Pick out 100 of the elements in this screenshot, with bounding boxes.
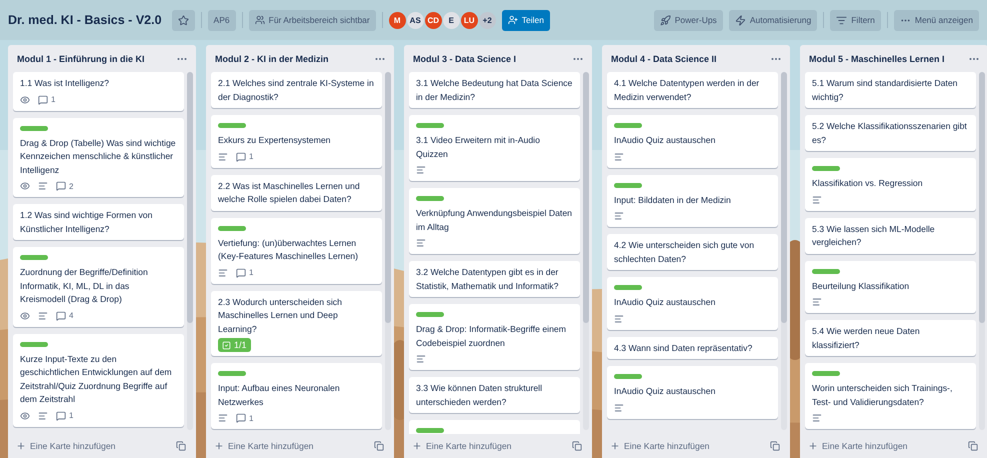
card[interactable]: Verknüpfung Anwendungsbeispiel Daten im Alltag [409, 188, 580, 254]
card-title: Vertiefung: (un)überwachtes Lernen (Key-Features Maschinelles Lernen) [218, 236, 360, 263]
card[interactable]: 3.3 Wie können Daten strukturell unterschieden werden? [409, 377, 580, 413]
star-button[interactable] [172, 10, 195, 30]
comment-count: 2 [69, 182, 74, 190]
card-title: 3.3 Wie können Daten strukturell unterschieden werden? [416, 382, 544, 408]
member-avatar[interactable]: CD [424, 12, 442, 28]
menu-button[interactable]: Menü anzeigen [894, 10, 979, 30]
add-card-button[interactable]: Eine Karte hinzufügen [608, 439, 712, 453]
card-title: 5.3 Wie lassen sich ML-Modelle vergleichen? [812, 222, 936, 249]
card[interactable]: 1.2 Was sind wichtige Formen von Künstlicher Intelligenz? [13, 204, 184, 240]
add-card-button[interactable]: Eine Karte hinzufügen [212, 439, 316, 453]
card-title: Beurteilung Klassifikation [812, 280, 910, 293]
automation-button[interactable]: Automatisierung [728, 10, 818, 30]
template-icon[interactable] [968, 441, 978, 451]
card-title: 2.2 Was ist Maschinelles Lernen und welche Rolle spielen dabei Daten? [218, 180, 361, 206]
card[interactable]: 4.3 Wann sind Daten repräsentativ? [607, 336, 778, 359]
checklist-badge: 1/1 [218, 338, 251, 352]
card[interactable]: 2.1 Welches sind zentrale KI-Systeme in der Diagnostik? [211, 72, 382, 108]
card[interactable]: InAudio Quiz austauschen [607, 115, 778, 168]
list-title: Modul 2 - KI in der Medizin [215, 54, 328, 64]
share-button[interactable]: Teilen [502, 10, 550, 30]
card-title: 3.1 Welche Bedeutung hat Data Science in der Medizin? [416, 77, 573, 104]
card-title: 4.1 Welche Datentypen werden in der Medizin verwendet? [614, 77, 760, 104]
add-card-button[interactable]: Eine Karte hinzufügen [806, 439, 910, 453]
card[interactable]: 2.2 Was ist Maschinelles Lernen und welche Rolle spielen dabei Daten? [211, 174, 382, 210]
card-title: 5.2 Welche Klassifikationsszenarien gibt es? [812, 120, 968, 146]
scrollbar[interactable] [187, 72, 193, 430]
template-icon[interactable] [176, 441, 186, 451]
add-card-button[interactable]: Eine Karte hinzufügen [14, 439, 118, 453]
comment-icon [236, 268, 246, 278]
card-title: Input: Aufbau eines Neuronalen Netzwerkes [218, 382, 341, 408]
workspace-button[interactable]: AP6 [208, 10, 236, 30]
card[interactable]: Drag & Drop: Informatik-Begriffe einem Codebeispiel zuordnen [409, 304, 580, 370]
card-title: InAudio Quiz austauschen [614, 385, 716, 398]
card-title: 2.3 Wodurch unterscheiden sich Maschinelles Lernen und Deep Learning? [218, 296, 343, 336]
scrollbar[interactable] [385, 72, 391, 430]
card[interactable]: 2.3 Wodurch unterscheiden sich Maschinelles Lernen und Deep Learning? 1/1 [211, 290, 382, 356]
card[interactable]: Input: Aufbau eines Neuronalen Netzwerkes 1 [211, 363, 382, 429]
card[interactable]: Input: Bilddaten in der Medizin [607, 174, 778, 227]
comment-count: 1 [249, 414, 254, 422]
card[interactable]: Worin unterscheiden sich Trainings-, Test- und Validierungsdaten? [805, 363, 976, 429]
card[interactable]: Kurze Input-Texte zu den geschichtlichen Entwicklungen auf dem Zeitstrahl/Quiz Zuordnung Begriffe auf dem Zeitstrahl 1 [13, 334, 184, 426]
card[interactable]: InAudio Quiz austauschen [607, 277, 778, 330]
card[interactable]: 1.1 Was ist Intelligenz? 1 [13, 72, 184, 110]
card[interactable]: 4.1 Welche Datentypen werden in der Medizin verwendet? [607, 72, 778, 108]
member-avatar[interactable]: E [442, 12, 460, 28]
card[interactable]: 3.2 Welche Datentypen gibt es in der Statistik, Mathematik und Informatik? [409, 261, 580, 297]
visibility-button[interactable]: Für Arbeitsbereich sichtbar [248, 10, 376, 30]
scrollbar[interactable] [979, 72, 985, 430]
card[interactable]: 3.1 Video Erweitern mit in-Audio Quizzen [409, 115, 580, 181]
plus-icon [610, 441, 620, 451]
power-ups-button[interactable]: Power-Ups [654, 10, 723, 30]
card-title: 2.1 Welches sind zentrale KI-Systeme in der Diagnostik? [218, 77, 375, 104]
card-title: Verknüpfung Anwendungsbeispiel Daten im Alltag [416, 207, 573, 234]
star-icon [178, 14, 189, 26]
add-card-button[interactable]: Eine Karte hinzufügen [410, 439, 514, 453]
card[interactable]: 5.4 Wie werden neue Daten klassifiziert? [805, 320, 976, 356]
card[interactable]: 5.3 Wie lassen sich ML-Modelle vergleichen? [805, 218, 976, 254]
card-title: InAudio Quiz austauschen [614, 296, 716, 309]
lightning-icon [734, 14, 746, 26]
card[interactable]: Beurteilung Klassifikation [805, 260, 976, 313]
member-avatar[interactable]: +2 [478, 12, 496, 28]
card[interactable]: 3.1 Welche Bedeutung hat Data Science in der Medizin? [409, 72, 580, 108]
card-title: 5.4 Wie werden neue Daten klassifiziert? [812, 325, 921, 352]
card[interactable]: Vertiefung: (un)überwachtes Lernen (Key-Features Maschinelles Lernen) 1 [211, 218, 382, 284]
comment-count: 1 [249, 268, 254, 277]
card-title: Input: Bilddaten in der Medizin [614, 194, 732, 207]
card[interactable]: Zuordnung der Begriffe/Definition Informatik, KI, ML, DL in das Kreismodell (Drag & Drop) 4 [13, 247, 184, 326]
card[interactable]: 5.1 Warum sind standardisierte Daten wichtig? [805, 72, 976, 108]
card[interactable]: InAudio Quiz austauschen [607, 366, 778, 418]
card[interactable]: 4.2 Wie unterscheiden sich gute von schlechten Daten? [607, 234, 778, 270]
card-title: 3.1 Video Erweitern mit in-Audio Quizzen [416, 134, 541, 161]
comment-icon [236, 152, 246, 162]
card[interactable]: 5.2 Welche Klassifikationsszenarien gibt es? [805, 115, 976, 151]
card[interactable]: Drag & Drop (Tabelle) Was sind wichtige Kennzeichen menschliche & künstlicher Intelligenz 2 [13, 118, 184, 197]
list-title: Modul 3 - Data Science I [413, 54, 516, 64]
checklist-icon [222, 340, 231, 350]
filter-icon [836, 14, 848, 26]
add-person-icon [508, 15, 518, 25]
card-title: Worin unterscheiden sich Trainings-, Test- und Validierungsdaten? [812, 382, 954, 409]
member-avatar[interactable]: M [388, 12, 406, 28]
scrollbar[interactable] [781, 72, 787, 430]
card-title: InAudio Quiz austauschen [614, 134, 716, 147]
template-icon[interactable] [572, 441, 582, 451]
plus-icon [412, 441, 422, 451]
card[interactable]: Exkurs zu Expertensystemen 1 [211, 115, 382, 168]
member-avatar[interactable]: AS [406, 12, 424, 28]
filter-button[interactable]: Filtern [830, 10, 881, 30]
comment-icon [56, 181, 66, 191]
scrollbar[interactable] [583, 72, 589, 430]
template-icon[interactable] [374, 441, 384, 451]
comment-icon [56, 310, 66, 320]
people-icon [254, 15, 265, 25]
card-title: Exkurs zu Expertensystemen [218, 134, 332, 147]
template-icon[interactable] [770, 441, 780, 451]
plus-icon [214, 441, 224, 451]
comment-icon [38, 94, 48, 104]
card[interactable]: Klassifikation vs. Regression [805, 158, 976, 210]
member-avatar[interactable]: LU [460, 12, 478, 28]
